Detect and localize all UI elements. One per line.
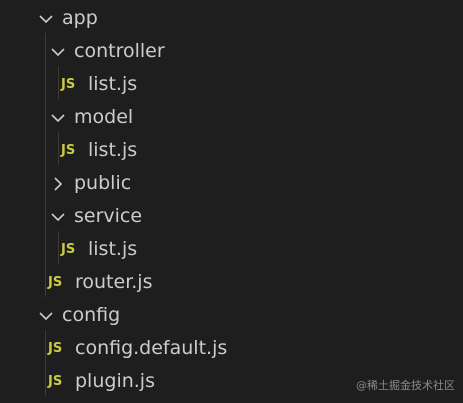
tree-item-label: app xyxy=(62,7,98,29)
tree-item-label: config xyxy=(62,304,121,326)
tree-item-file[interactable]: JS config.default.js xyxy=(0,332,463,365)
watermark: @稀土掘金技术社区 xyxy=(356,379,455,392)
tree-item-file[interactable]: JS list.js xyxy=(0,233,463,266)
tree-item-label: service xyxy=(74,205,143,227)
tree-item-service[interactable]: service xyxy=(0,200,463,233)
js-file-icon: JS xyxy=(61,77,76,92)
chevron-right-icon[interactable] xyxy=(48,174,68,194)
tree-item-controller[interactable]: controller xyxy=(0,35,463,68)
chevron-down-icon[interactable] xyxy=(36,306,56,326)
chevron-down-icon[interactable] xyxy=(36,9,56,29)
tree-item-file[interactable]: JS list.js xyxy=(0,68,463,101)
tree-item-app[interactable]: app xyxy=(0,2,463,35)
tree-item-file[interactable]: JS router.js xyxy=(0,266,463,299)
tree-item-label: router.js xyxy=(75,271,153,293)
tree-item-label: list.js xyxy=(88,73,138,95)
tree-item-label: list.js xyxy=(88,238,138,260)
tree-item-label: list.js xyxy=(88,139,138,161)
tree-item-label: controller xyxy=(74,40,165,62)
tree-item-label: model xyxy=(74,106,134,128)
tree-item-model[interactable]: model xyxy=(0,101,463,134)
js-file-icon: JS xyxy=(48,374,63,389)
tree-item-label: plugin.js xyxy=(75,370,155,392)
tree-item-file[interactable]: JS list.js xyxy=(0,134,463,167)
js-file-icon: JS xyxy=(48,275,63,290)
chevron-down-icon[interactable] xyxy=(48,207,68,227)
chevron-down-icon[interactable] xyxy=(48,42,68,62)
tree-item-label: config.default.js xyxy=(75,337,228,359)
js-file-icon: JS xyxy=(48,341,63,356)
js-file-icon: JS xyxy=(61,143,76,158)
tree-item-config[interactable]: config xyxy=(0,299,463,332)
js-file-icon: JS xyxy=(61,242,76,257)
chevron-down-icon[interactable] xyxy=(48,108,68,128)
tree-item-label: public xyxy=(74,172,132,194)
file-explorer-tree: app controller JS list.js model JS list.… xyxy=(0,0,463,403)
tree-item-public[interactable]: public xyxy=(0,167,463,200)
